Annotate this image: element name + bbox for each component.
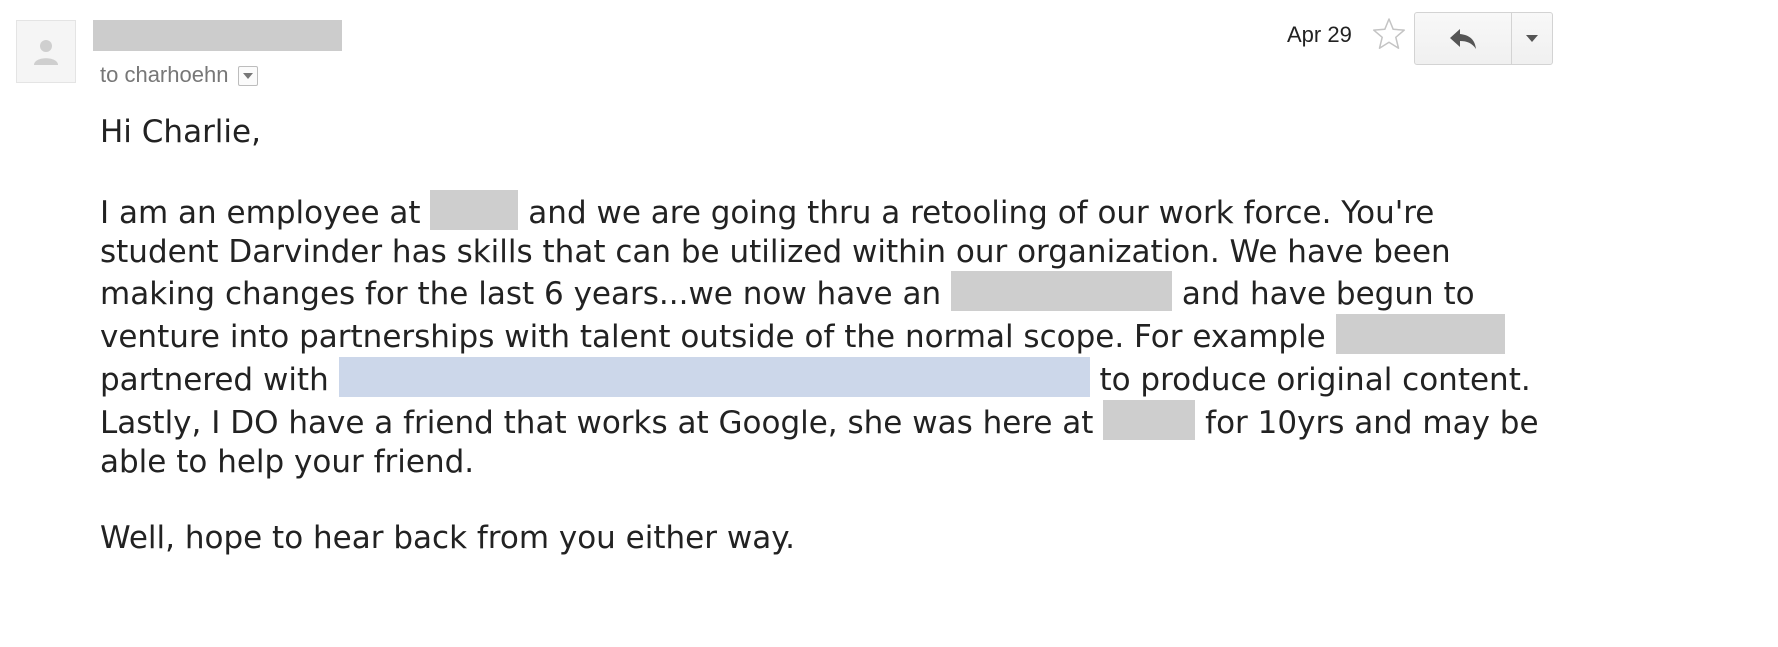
star-icon[interactable] xyxy=(1372,17,1406,51)
email-date: Apr 29 xyxy=(1287,22,1352,47)
recipient-label: to charhoehn xyxy=(100,62,229,87)
person-icon xyxy=(34,39,58,65)
show-details-button[interactable] xyxy=(238,66,259,86)
email-body: Hi Charlie, I am an employee at and we a… xyxy=(100,113,1540,558)
reply-arrow-icon xyxy=(1450,28,1476,49)
greeting: Hi Charlie, xyxy=(100,114,261,150)
more-options-button[interactable] xyxy=(1512,13,1552,64)
reply-button[interactable] xyxy=(1415,13,1512,64)
closing: Well, hope to hear back from you either … xyxy=(100,520,795,557)
body-paragraph: I am an employee at and we are going thr… xyxy=(100,189,1540,482)
chevron-down-icon xyxy=(243,73,254,79)
reply-button-group xyxy=(1414,12,1553,65)
redacted-example xyxy=(1335,314,1505,355)
sender-avatar[interactable] xyxy=(16,20,76,83)
recipient-line: to charhoehn xyxy=(100,62,259,88)
body-text-1: I am an employee at xyxy=(100,194,421,231)
body-text-4: partnered with xyxy=(100,361,329,398)
sender-name-redacted xyxy=(93,20,342,51)
redacted-term xyxy=(950,271,1172,312)
redacted-partner xyxy=(338,356,1090,397)
redacted-company-2 xyxy=(1103,399,1196,440)
dropdown-arrow-icon xyxy=(1526,35,1538,42)
redacted-company xyxy=(430,189,519,230)
